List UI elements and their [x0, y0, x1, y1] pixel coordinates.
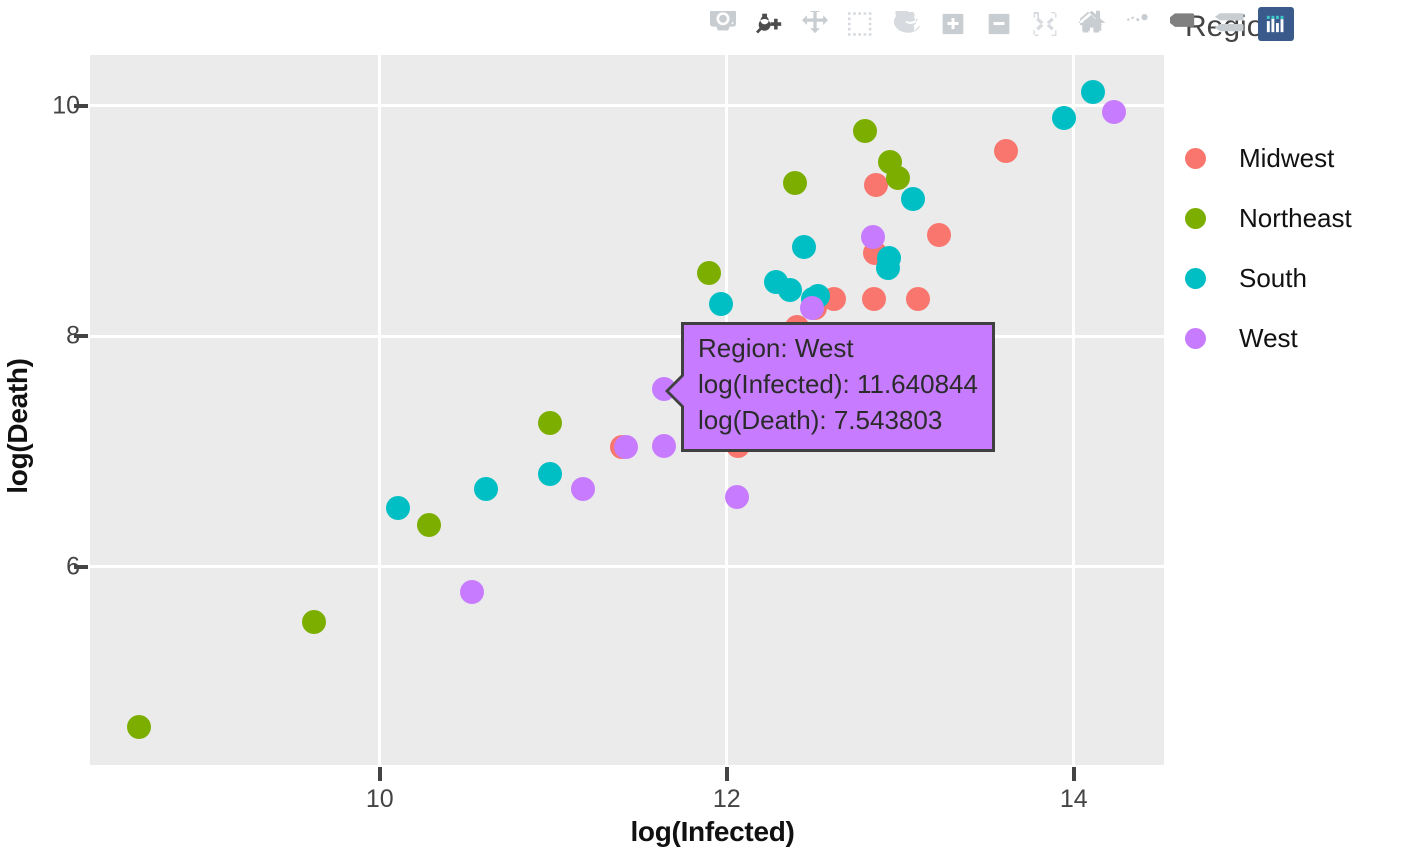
modebar-group-drag: [746, 3, 930, 45]
pan-icon[interactable]: [792, 3, 838, 45]
legend-swatch-icon: [1185, 327, 1206, 349]
legend-items: Midwest Northeast South West: [1185, 128, 1420, 368]
legend-item-west[interactable]: West: [1185, 308, 1420, 368]
x-axis-title: log(Infected): [630, 816, 795, 847]
tooltip-line-death: log(Death): 7.543803: [698, 404, 943, 435]
scatter-point-south[interactable]: [778, 277, 803, 302]
modebar-group-download: [700, 3, 746, 45]
x-tick-mark: [1071, 767, 1076, 781]
scatter-point-midwest[interactable]: [927, 222, 952, 247]
scatter-point-northeast[interactable]: [537, 410, 562, 435]
x-tick-mark: [724, 767, 729, 781]
scatter-point-south[interactable]: [1080, 79, 1105, 104]
hover-closest-icon[interactable]: [1206, 3, 1252, 45]
scatter-point-northeast[interactable]: [301, 609, 326, 634]
scatter-point-midwest[interactable]: [994, 139, 1019, 163]
autoscale-icon[interactable]: [1022, 3, 1068, 45]
zoom-in-icon[interactable]: [930, 3, 976, 45]
scatter-point-south[interactable]: [473, 476, 498, 501]
y-axis-title: log(Death): [2, 358, 33, 494]
legend-item-south[interactable]: South: [1185, 248, 1420, 308]
scatter-point-west[interactable]: [614, 434, 639, 459]
scatter-point-west[interactable]: [799, 295, 824, 320]
legend-label: South: [1239, 262, 1307, 293]
tooltip-line-infected: log(Infected): 11.640844: [698, 368, 978, 399]
y-gridline: [90, 104, 1164, 108]
plotly-logo-icon[interactable]: [1258, 7, 1294, 41]
scatter-point-midwest[interactable]: [863, 173, 888, 198]
zoom-out-icon[interactable]: [976, 3, 1022, 45]
scatter-point-west[interactable]: [652, 434, 677, 459]
legend-swatch-icon: [1185, 147, 1206, 169]
plotly-scatter-plot: 6810101214 log(Infected) log(Death) Regi…: [0, 0, 1425, 856]
legend: Region MidwestNortheastSouthWest: [1185, 10, 1420, 368]
legend-item-northeast[interactable]: Northeast: [1185, 188, 1420, 248]
scatter-point-midwest[interactable]: [861, 286, 886, 311]
scatter-point-west[interactable]: [725, 484, 750, 509]
scatter-point-northeast[interactable]: [783, 170, 808, 195]
hover-tooltip: Region: West log(Infected): 11.640844 lo…: [665, 322, 995, 452]
scatter-point-south[interactable]: [791, 234, 816, 259]
scatter-point-south[interactable]: [1052, 105, 1077, 130]
y-tick-mark: [74, 334, 88, 339]
scatter-point-northeast[interactable]: [852, 119, 877, 144]
lasso-select-icon[interactable]: [884, 3, 930, 45]
box-select-icon[interactable]: [838, 3, 884, 45]
scatter-point-west[interactable]: [1101, 99, 1126, 124]
x-gridline: [1072, 55, 1076, 765]
legend-label: Northeast: [1239, 202, 1352, 233]
y-tick-mark: [74, 564, 88, 569]
download-plot-icon[interactable]: [700, 3, 746, 45]
toggle-spike-lines-icon[interactable]: [1114, 3, 1160, 45]
scatter-point-midwest[interactable]: [906, 286, 931, 311]
legend-label: West: [1239, 322, 1298, 353]
y-tick-mark: [74, 103, 88, 108]
modebar-group-zoom: [930, 3, 1114, 45]
y-gridline: [90, 565, 1164, 569]
legend-label: Midwest: [1239, 142, 1335, 173]
modebar-group-hover: [1114, 3, 1294, 45]
x-tick-label: 14: [1059, 785, 1088, 813]
scatter-point-northeast[interactable]: [885, 165, 910, 190]
plot-area[interactable]: [90, 55, 1164, 765]
reset-axes-icon[interactable]: [1068, 3, 1114, 45]
tooltip-arrow-fill: [669, 372, 688, 410]
scatter-point-west[interactable]: [861, 224, 886, 249]
scatter-point-northeast[interactable]: [417, 513, 442, 538]
scatter-point-west[interactable]: [459, 580, 484, 605]
x-tick-label: 10: [365, 785, 394, 813]
x-tick-mark: [377, 767, 382, 781]
scatter-point-northeast[interactable]: [126, 715, 151, 740]
zoom-icon[interactable]: [746, 3, 792, 45]
x-gridline: [378, 55, 382, 765]
tooltip-line-region: Region: West: [698, 333, 854, 363]
scatter-point-south[interactable]: [901, 187, 926, 212]
scatter-point-south[interactable]: [876, 246, 901, 271]
y-gridline: [90, 334, 1164, 338]
legend-swatch-icon: [1185, 207, 1206, 229]
scatter-point-west[interactable]: [570, 476, 595, 501]
x-tick-label: 12: [712, 785, 741, 813]
scatter-point-south[interactable]: [385, 495, 410, 520]
legend-swatch-icon: [1185, 267, 1206, 289]
scatter-point-south[interactable]: [537, 462, 562, 487]
scatter-point-northeast[interactable]: [697, 261, 722, 286]
hover-compare-icon[interactable]: [1160, 3, 1206, 45]
modebar: [700, 2, 1294, 46]
legend-item-midwest[interactable]: Midwest: [1185, 128, 1420, 188]
scatter-point-south[interactable]: [708, 291, 733, 316]
